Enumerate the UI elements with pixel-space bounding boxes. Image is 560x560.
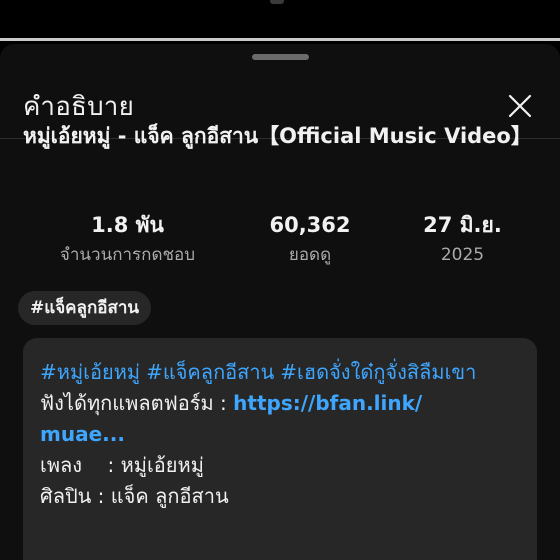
- hashtag-link[interactable]: #แจ็คลูกอีสาน: [146, 360, 274, 384]
- likes-value: 1.8 พัน: [91, 213, 164, 237]
- description-box[interactable]: #หมู่เอ้ยหมู่ #แจ็คลูกอีสาน #เฮดจั่งใด๋กูจ…: [23, 338, 537, 560]
- platform-link-cont[interactable]: muae...: [40, 422, 125, 446]
- platforms-prefix: ฟังได้ทุกแพลตฟอร์ม :: [40, 391, 234, 415]
- artist-line: ศิลปิน : แจ็ค ลูกอีสาน: [40, 481, 526, 512]
- description-text: #หมู่เอ้ยหมู่ #แจ็คลูกอีสาน #เฮดจั่งใด๋กูจ…: [40, 357, 526, 512]
- likes-label: จำนวนการกดชอบ: [59, 245, 196, 265]
- video-progress-bar[interactable]: [0, 38, 560, 41]
- screen: คำอธิบาย หมู่เอ้ยหมู่ - แจ็ค ลูกอีสาน【Of…: [0, 0, 560, 560]
- drag-handle[interactable]: [252, 54, 309, 60]
- hashtag-line: #หมู่เอ้ยหมู่ #แจ็คลูกอีสาน #เฮดจั่งใด๋กูจ…: [40, 357, 526, 388]
- video-title: หมู่เอ้ยหมู่ - แจ็ค ลูกอีสาน【Official Mu…: [23, 124, 532, 148]
- likes-stat: 1.8 พัน จำนวนการกดชอบ: [40, 210, 215, 270]
- date-stat: 27 มิ.ย. 2025: [395, 210, 530, 270]
- hashtag-chip[interactable]: #แจ็คลูกอีสาน: [18, 291, 151, 325]
- video-player-edge: [0, 0, 560, 41]
- artist-value: แจ็ค ลูกอีสาน: [110, 484, 229, 508]
- song-label: เพลง :: [40, 453, 121, 477]
- year-label: 2025: [440, 245, 485, 265]
- views-stat: 60,362 ยอดดู: [240, 210, 380, 270]
- song-line: เพลง : หมู่เอ้ยหมู่: [40, 450, 526, 481]
- hashtag-link[interactable]: #เฮดจั่งใด๋กูจั่งสิลืมเขา: [280, 360, 476, 384]
- hashtag-link[interactable]: #หมู่เอ้ยหมู่: [40, 360, 140, 384]
- date-value: 27 มิ.ย.: [423, 213, 502, 237]
- artist-label: ศิลปิน :: [40, 484, 111, 508]
- platforms-line: ฟังได้ทุกแพลตฟอร์ม : https://bfan.link/: [40, 388, 526, 419]
- views-label: ยอดดู: [288, 245, 332, 265]
- platforms-line-cont: muae...: [40, 419, 526, 450]
- song-value: หมู่เอ้ยหมู่: [120, 453, 204, 477]
- camera-notch: [270, 0, 284, 4]
- video-stats: 1.8 พัน จำนวนการกดชอบ 60,362 ยอดดู 27 มิ…: [0, 210, 560, 274]
- views-value: 60,362: [269, 213, 351, 237]
- platform-link[interactable]: https://bfan.link/: [233, 391, 422, 415]
